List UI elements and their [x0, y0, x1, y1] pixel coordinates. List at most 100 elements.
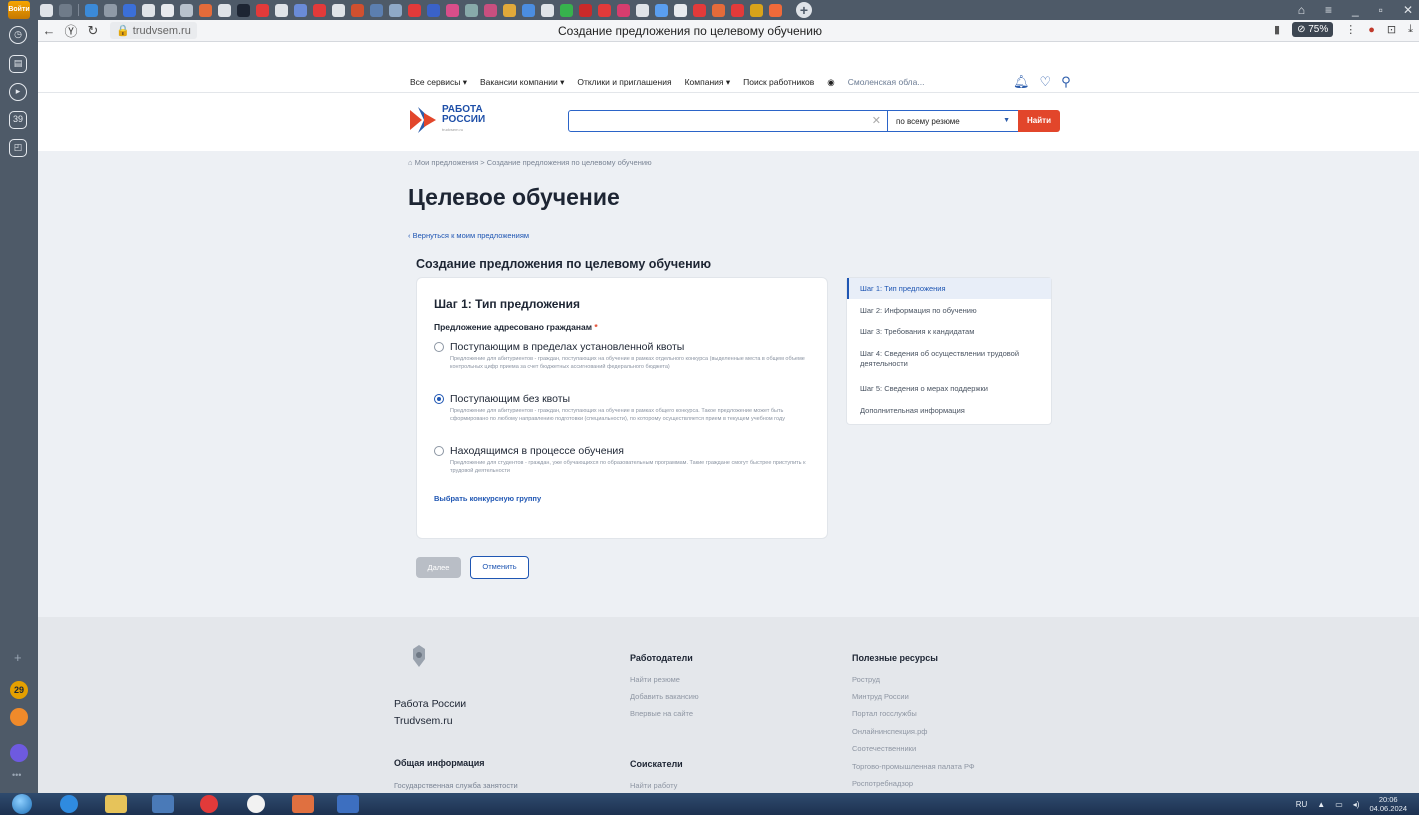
network-icon[interactable]: ▭	[1335, 800, 1343, 809]
url-field[interactable]: 🔒 trudvsem.ru	[110, 22, 197, 39]
assistant-icon[interactable]	[10, 744, 28, 762]
search-scope-select[interactable]: по всему резюме ▼	[888, 110, 1018, 132]
tab-favicon[interactable]	[59, 3, 72, 17]
tab-favicon[interactable]	[142, 3, 155, 17]
site-logo[interactable]: РАБОТА РОССИИ trudvsem.ru	[408, 105, 485, 135]
search-button[interactable]: Найти	[1018, 110, 1060, 132]
tab-favicon[interactable]	[769, 3, 782, 17]
tab-favicon[interactable]	[199, 3, 212, 17]
option-quota[interactable]: Поступающим в пределах установленной кво…	[434, 341, 819, 371]
option-studying[interactable]: Находящимся в процессе обучения Предложе…	[434, 445, 819, 475]
tab-favicon[interactable]	[693, 3, 706, 17]
radio-no-quota[interactable]	[434, 394, 444, 404]
nav-find-workers[interactable]: Поиск работников	[743, 77, 814, 88]
tab-favicon[interactable]	[655, 3, 668, 17]
step-item-4[interactable]: Шаг 4: Сведения об осуществлении трудово…	[847, 349, 1027, 369]
tab-favicon[interactable]	[275, 3, 288, 17]
tab-favicon[interactable]	[351, 3, 364, 17]
tab-favicon[interactable]	[617, 3, 630, 17]
back-icon[interactable]: ←	[38, 23, 60, 38]
nav-company-vacancies[interactable]: Вакансии компании ▾	[480, 77, 564, 88]
footer-link[interactable]: Впервые на сайте	[630, 709, 693, 718]
tab-favicon[interactable]	[313, 3, 326, 17]
mail-badge[interactable]: 29	[10, 681, 28, 699]
step-item-5[interactable]: Шаг 5: Сведения о мерах поддержки	[847, 384, 1051, 394]
profile-icon[interactable]: ⚲	[1061, 74, 1071, 90]
clock[interactable]: 20:06 04.06.2024	[1369, 795, 1407, 813]
tab-favicon[interactable]	[237, 3, 250, 17]
footer-link[interactable]: Торгово-промышленная палата РФ	[852, 762, 975, 771]
messenger-icon[interactable]	[10, 708, 28, 726]
tab-favicon[interactable]	[731, 3, 744, 17]
new-tab-button[interactable]: +	[796, 2, 812, 18]
footer-link[interactable]: Онлайнинспекция.рф	[852, 727, 927, 736]
reload-icon[interactable]: ↻	[82, 23, 104, 39]
more-menu-icon[interactable]: ⋮	[1345, 23, 1356, 36]
tab-favicon[interactable]	[503, 3, 516, 17]
tray-up-icon[interactable]: ▲	[1317, 800, 1325, 809]
tab-favicon[interactable]	[180, 3, 193, 17]
footer-link[interactable]: Минтруд России	[852, 692, 909, 701]
nav-all-services[interactable]: Все сервисы ▾	[410, 77, 467, 88]
favorites-icon[interactable]: ♡	[1040, 74, 1052, 90]
tab-favicon[interactable]	[104, 3, 117, 17]
footer-link[interactable]: Роструд	[852, 675, 880, 684]
gallery-icon[interactable]: ◰	[9, 139, 27, 157]
tab-favicon[interactable]	[389, 3, 402, 17]
tab-favicon[interactable]	[408, 3, 421, 17]
tab-favicon[interactable]	[256, 3, 269, 17]
tab-favicon[interactable]	[712, 3, 725, 17]
nav-responses[interactable]: Отклики и приглашения	[577, 77, 671, 88]
reader-icon[interactable]: ⊡	[1387, 23, 1396, 36]
app-icon[interactable]	[292, 795, 314, 813]
breadcrumb-text[interactable]: Мои предложения > Создание предложения п…	[415, 158, 652, 167]
media-icon[interactable]	[152, 795, 174, 813]
tab-favicon[interactable]	[750, 3, 763, 17]
choose-competition-group-link[interactable]: Выбрать конкурсную группу	[434, 494, 541, 503]
tab-favicon[interactable]	[85, 3, 98, 17]
start-button[interactable]	[12, 794, 32, 814]
tab-favicon[interactable]	[294, 3, 307, 17]
minimize-icon[interactable]: _	[1352, 3, 1359, 17]
tab-favicon[interactable]	[674, 3, 687, 17]
tab-favicon[interactable]	[560, 3, 573, 17]
language-indicator[interactable]: RU	[1296, 800, 1308, 809]
notes-icon[interactable]: ▤	[9, 55, 27, 73]
tab-favicon[interactable]	[484, 3, 497, 17]
add-panel-icon[interactable]: +	[14, 650, 22, 665]
footer-link[interactable]: Роспотребнадзор	[852, 779, 913, 788]
notifications-icon[interactable]: 🔔︎	[1013, 74, 1030, 90]
word-icon[interactable]	[337, 795, 359, 813]
option-no-quota[interactable]: Поступающим без квоты Предложение для аб…	[434, 393, 819, 423]
footer-general-link[interactable]: Государственная служба занятости	[394, 781, 518, 790]
footer-link[interactable]: Найти работу	[630, 781, 677, 790]
download-icon[interactable]: ⤓	[1408, 23, 1413, 36]
tab-favicon[interactable]	[332, 3, 345, 17]
explorer-icon[interactable]	[105, 795, 127, 813]
yandex-icon[interactable]: Ⓨ	[60, 21, 82, 40]
tab-favicon[interactable]	[541, 3, 554, 17]
footer-link[interactable]: Найти резюме	[630, 675, 680, 684]
tab-favicon[interactable]	[446, 3, 459, 17]
footer-link[interactable]: Соотечественники	[852, 744, 916, 753]
step-item-1[interactable]: Шаг 1: Тип предложения	[847, 278, 1051, 299]
volume-icon[interactable]: ◂)	[1353, 800, 1360, 809]
zoom-indicator[interactable]: ⊘ 75%	[1292, 22, 1334, 37]
bookmark-icon[interactable]: ▮	[1274, 23, 1280, 36]
opera-icon[interactable]	[200, 795, 218, 813]
tab-favicon[interactable]	[161, 3, 174, 17]
location-selector[interactable]: Смоленская обла...	[848, 77, 925, 88]
radio-studying[interactable]	[434, 446, 444, 456]
close-icon[interactable]: ✕	[1403, 3, 1413, 17]
calendar-icon[interactable]: 39	[9, 111, 27, 129]
clear-search-icon[interactable]: ✕	[872, 114, 881, 127]
tab-favicon[interactable]	[636, 3, 649, 17]
footer-link[interactable]: Портал госслужбы	[852, 709, 917, 718]
visibility-icon[interactable]: ◉	[827, 77, 834, 88]
tab-favicon[interactable]	[123, 3, 136, 17]
login-button[interactable]: Войти	[8, 1, 30, 19]
yandex-browser-icon[interactable]	[247, 795, 265, 813]
ie-icon[interactable]	[60, 795, 78, 813]
menu-icon[interactable]: ≡	[1325, 3, 1332, 17]
home-icon[interactable]: ⌂	[408, 158, 413, 167]
